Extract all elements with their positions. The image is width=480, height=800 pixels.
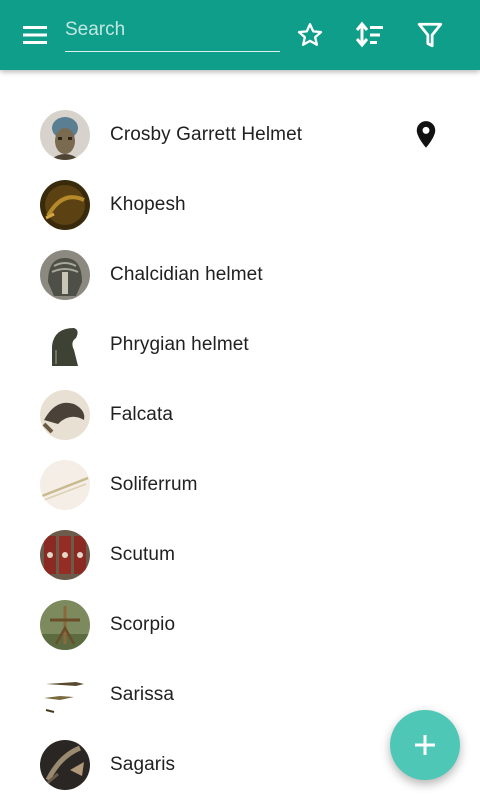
list-item[interactable]: Soliferrum [0,450,480,520]
filter-button[interactable] [412,17,448,53]
app-bar [0,0,480,70]
menu-button[interactable] [16,17,54,53]
item-name: Falcata [110,404,174,425]
favorites-button[interactable] [292,17,328,53]
item-name: Khopesh [110,194,186,215]
list-item[interactable]: Khopesh [0,170,480,240]
item-name: Sarissa [110,684,175,705]
location-button[interactable] [412,120,440,150]
thumbnail-image [40,180,90,230]
item-name: Scorpio [110,614,176,635]
artifact-list: Crosby Garrett Helmet Khopesh Chalcidian… [0,100,480,800]
list-item[interactable]: Crosby Garrett Helmet [0,100,480,170]
thumbnail-image [40,250,90,300]
thumbnail-image [40,110,90,160]
sort-button[interactable] [352,17,388,53]
list-item[interactable]: Falcata [0,380,480,450]
location-pin-icon [416,121,436,148]
sort-icon [355,21,383,48]
list-item[interactable]: Chalcidian helmet [0,240,480,310]
filter-icon [417,22,443,48]
list-item[interactable]: Scutum [0,520,480,590]
thumbnail-image [40,320,90,370]
item-name: Sagaris [110,754,176,775]
thumbnail-image [40,390,90,440]
thumbnail-image [40,600,90,650]
item-name: Soliferrum [110,474,198,495]
thumbnail-image [40,670,90,720]
thumbnail-image [40,530,90,580]
item-name: Crosby Garrett Helmet [110,124,303,145]
item-name: Scutum [110,544,176,565]
item-name: Chalcidian helmet [110,264,263,285]
thumbnail-image [40,740,90,790]
star-icon [297,23,323,46]
add-item-button[interactable] [390,710,460,780]
search-field[interactable] [65,14,280,52]
search-input[interactable] [65,14,280,46]
item-name: Phrygian helmet [110,334,249,355]
thumbnail-image [40,460,90,510]
list-item[interactable]: Phrygian helmet [0,310,480,380]
plus-icon [415,735,435,755]
menu-icon [23,26,47,44]
list-item[interactable]: Scorpio [0,590,480,660]
